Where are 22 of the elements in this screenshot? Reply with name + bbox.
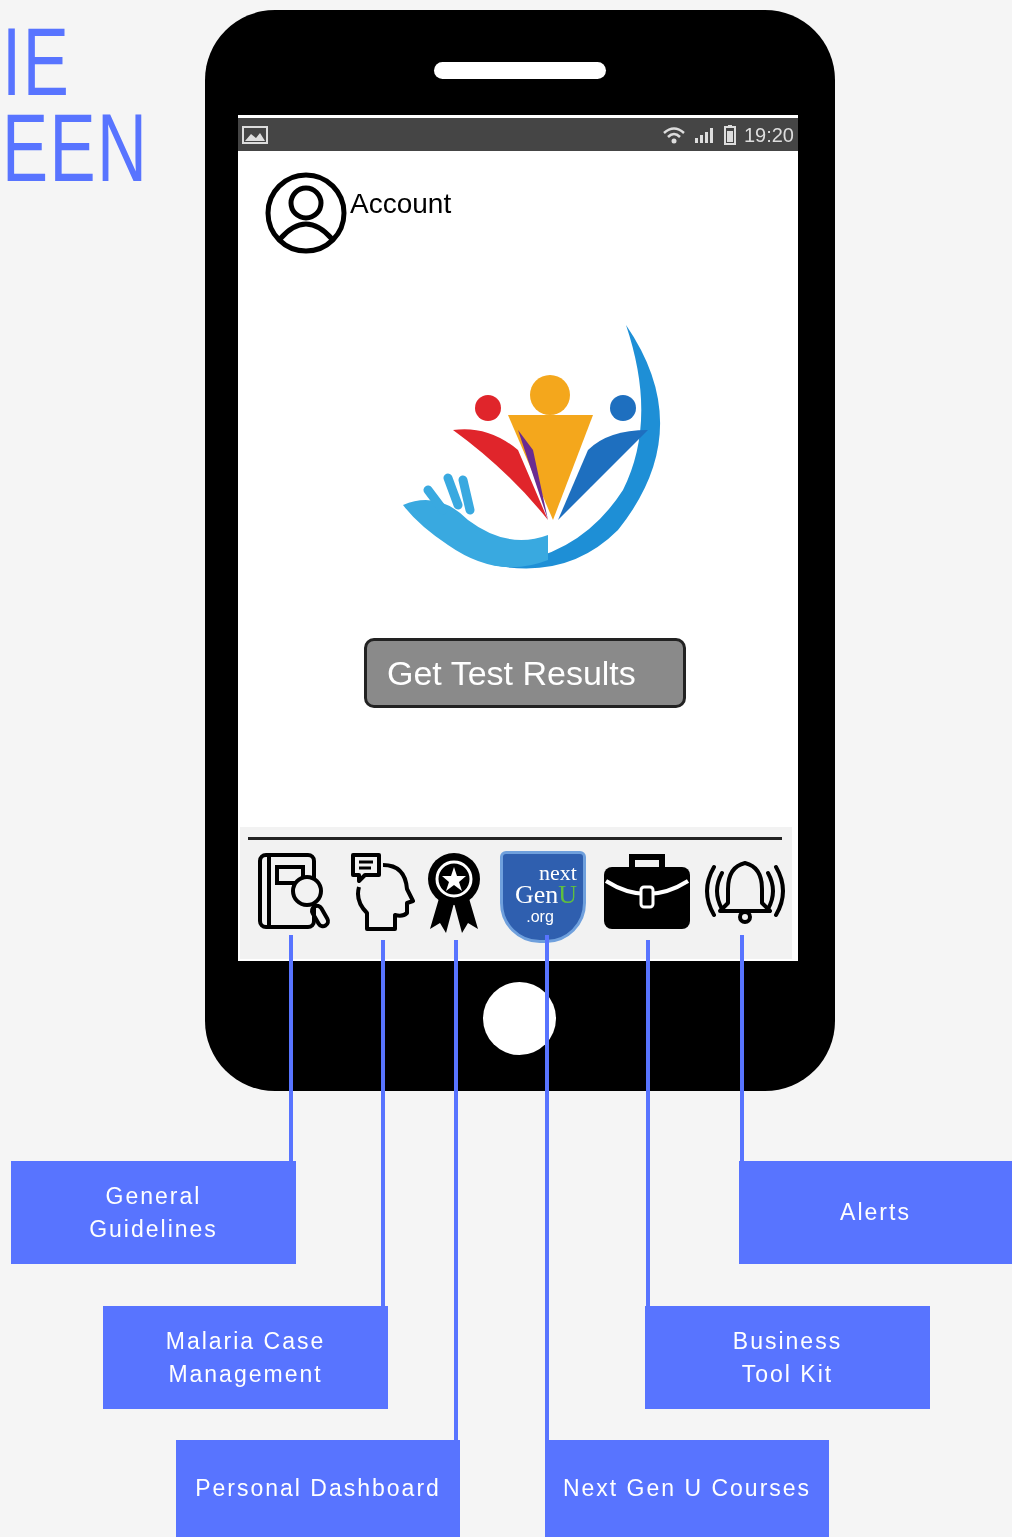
callout-label: General Guidelines: [11, 1161, 296, 1264]
callout-label: Malaria Case Management: [103, 1306, 388, 1409]
clock-time: 19:20: [743, 122, 794, 148]
callout-label: Business Tool Kit: [645, 1306, 930, 1409]
logo-text: .org: [526, 907, 554, 927]
get-test-results-button[interactable]: Get Test Results: [364, 638, 686, 708]
head-speech-bubble-icon[interactable]: [349, 851, 415, 933]
ringing-bell-icon[interactable]: [702, 859, 788, 925]
logo-text: GenU: [514, 884, 577, 906]
account-label[interactable]: Account: [350, 183, 452, 225]
callout-label: Alerts: [739, 1161, 1012, 1264]
wifi-icon: [661, 125, 686, 144]
callout-label: Personal Dashboard: [176, 1440, 460, 1537]
course-badge-logo[interactable]: next GenU .org: [500, 851, 586, 943]
battery-icon: [723, 124, 736, 145]
callout-label: Next Gen U Courses: [545, 1440, 829, 1537]
user-account-icon[interactable]: [264, 171, 348, 255]
image-icon: [242, 125, 268, 144]
briefcase-icon[interactable]: [602, 851, 692, 931]
signal-icon: [693, 126, 716, 143]
logo-text: next: [539, 862, 577, 884]
award-ribbon-icon[interactable]: [426, 851, 482, 935]
